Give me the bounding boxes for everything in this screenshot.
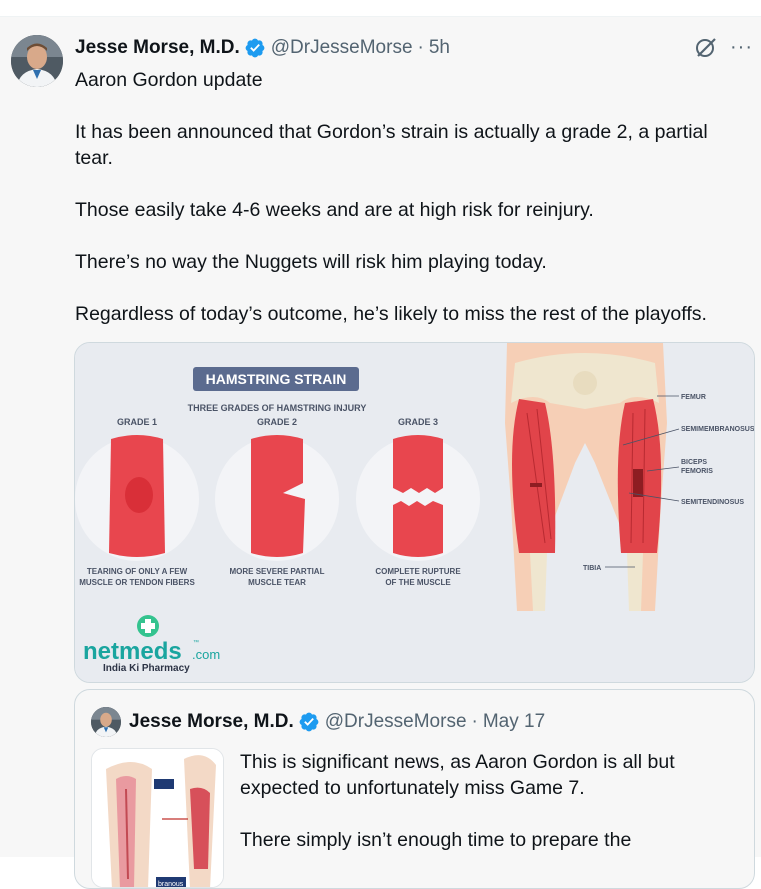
quoted-tweet-timestamp[interactable]: May 17 — [483, 711, 545, 733]
tweet-paragraph: Regardless of today’s outcome, he’s like… — [75, 303, 707, 325]
anatomy-label: FEMUR — [681, 394, 706, 401]
tweet-header: Jesse Morse, M.D. @DrJesseMorse · 5h — [75, 36, 450, 60]
media-subtitle: THREE GRADES OF HAMSTRING INJURY — [188, 403, 367, 413]
separator-dot: · — [417, 37, 424, 58]
grade-label: GRADE 3 — [398, 417, 438, 427]
quoted-author-name[interactable]: Jesse Morse, M.D. — [129, 711, 294, 733]
author-handle[interactable]: @DrJesseMorse — [271, 37, 413, 59]
tweet-media-image[interactable]: HAMSTRING STRAIN THREE GRADES OF HAMSTRI… — [74, 342, 755, 683]
quoted-tweet[interactable]: Jesse Morse, M.D. @DrJesseMorse · May 17… — [74, 689, 755, 889]
quoted-tweet-header: Jesse Morse, M.D. @DrJesseMorse · May 17 — [129, 710, 545, 734]
tweet[interactable]: Jesse Morse, M.D. @DrJesseMorse · 5h ···… — [0, 16, 761, 889]
grade-label: GRADE 1 — [117, 417, 157, 427]
separator-dot: · — [471, 711, 478, 732]
anatomy-label: FEMORIS — [681, 468, 713, 475]
quoted-author-handle[interactable]: @DrJesseMorse — [325, 711, 467, 733]
brand-tagline: India Ki Pharmacy — [103, 663, 190, 674]
quoted-author-avatar[interactable] — [91, 707, 121, 737]
grade-caption: MUSCLE OR TENDON FIBERS — [79, 578, 195, 587]
brand-trademark: ™ — [193, 639, 199, 646]
grade-label: GRADE 2 — [257, 417, 297, 427]
quoted-paragraph: This is significant news, as Aaron Gordo… — [240, 751, 675, 799]
verified-badge-icon[interactable] — [298, 711, 320, 733]
tweet-paragraph: It has been announced that Gordon’s stra… — [75, 121, 708, 169]
verified-badge-icon[interactable] — [244, 37, 266, 59]
media-title: HAMSTRING STRAIN — [206, 371, 347, 387]
grade-caption: COMPLETE RUPTURE — [375, 567, 461, 576]
anatomy-label: SEMIMEMBRANOSUS — [681, 426, 755, 433]
grade-caption: MUSCLE TEAR — [248, 578, 306, 587]
netmeds-logo — [137, 615, 159, 637]
quoted-tweet-text: This is significant news, as Aaron Gordo… — [240, 749, 740, 879]
tweet-top-actions: ··· — [694, 35, 753, 59]
grade-caption: TEARING OF ONLY A FEW — [87, 567, 188, 576]
more-options-icon[interactable]: ··· — [730, 37, 753, 57]
grade-caption: MORE SEVERE PARTIAL — [230, 567, 325, 576]
thumbnail-label: branous — [158, 881, 184, 888]
anatomy-label: BICEPS — [681, 459, 707, 466]
tweet-paragraph: Those easily take 4-6 weeks and are at h… — [75, 199, 594, 221]
grade-caption: OF THE MUSCLE — [385, 578, 451, 587]
tweet-paragraph: Aaron Gordon update — [75, 69, 263, 91]
anatomy-label: SEMITENDINOSUS — [681, 499, 744, 506]
brand-name: netmeds — [83, 638, 182, 665]
quoted-tweet-thumbnail[interactable]: branous — [91, 748, 224, 888]
brand-suffix: .com — [192, 647, 220, 662]
tweet-text: Aaron Gordon update It has been announce… — [75, 67, 745, 353]
author-name[interactable]: Jesse Morse, M.D. — [75, 37, 240, 59]
grok-icon[interactable] — [694, 35, 718, 59]
tweet-timestamp[interactable]: 5h — [429, 37, 450, 59]
quoted-paragraph: There simply isn’t enough time to prepar… — [240, 829, 632, 851]
anatomy-label: TIBIA — [583, 565, 601, 572]
author-avatar[interactable] — [11, 35, 63, 87]
grade-1-muscle-illustration — [109, 435, 165, 557]
tweet-paragraph: There’s no way the Nuggets will risk him… — [75, 251, 547, 273]
